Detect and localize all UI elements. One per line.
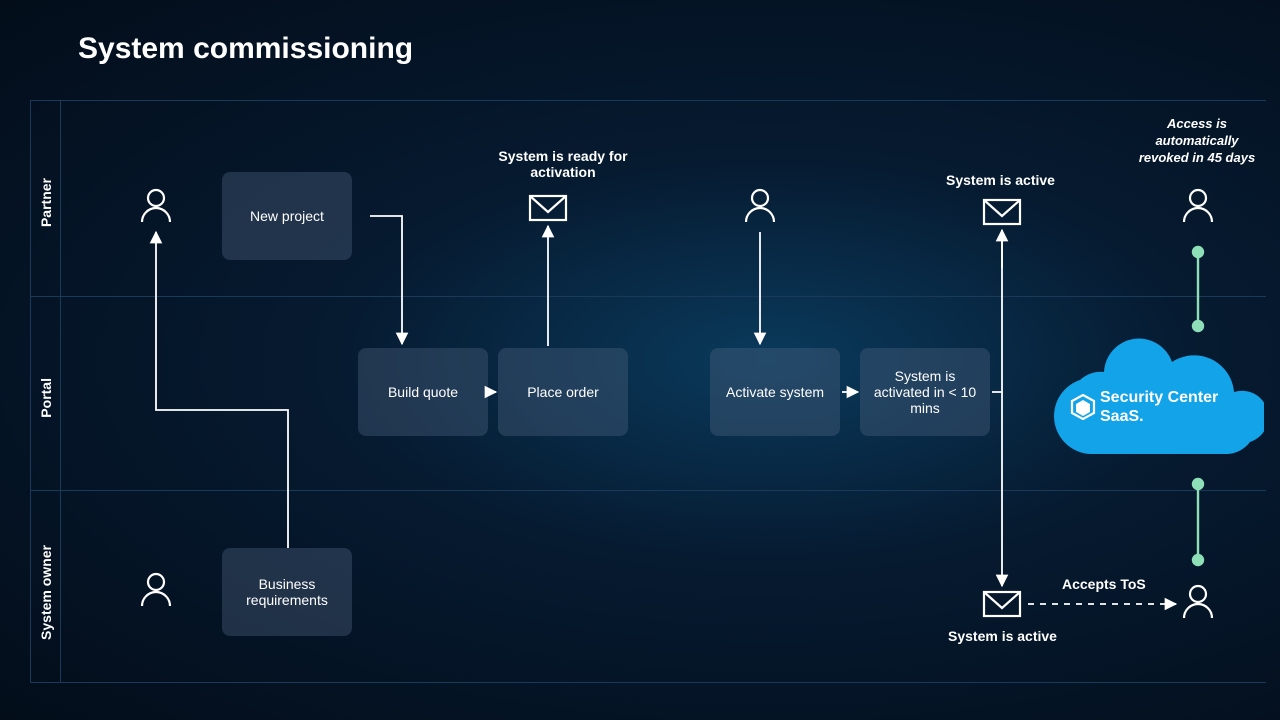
caption-system-active-owner: System is active: [948, 628, 1057, 644]
box-place-order: Place order: [498, 348, 628, 436]
lane-label-partner: Partner: [38, 178, 54, 227]
caption-system-active-partner: System is active: [946, 172, 1055, 188]
lane-label-owner: System owner: [38, 545, 54, 640]
person-icon-partner-2: [746, 190, 774, 222]
person-icon-partner-3: [1184, 190, 1212, 222]
box-new-project: New project: [222, 172, 352, 260]
page-title: System commissioning: [78, 32, 413, 66]
mail-icon-owner-active: [984, 592, 1020, 616]
cloud-saas: Security Center SaaS.: [1044, 322, 1264, 462]
lane-divider-top: [30, 100, 1266, 101]
hex-logo-icon: [1070, 394, 1096, 420]
person-icon-owner-1: [142, 574, 170, 606]
caption-ready-activation: System is ready for activation: [493, 148, 633, 180]
box-system-activated: System is activated in < 10 mins: [860, 348, 990, 436]
lane-border-left-2: [60, 100, 61, 682]
caption-accepts-tos: Accepts ToS: [1062, 576, 1146, 592]
lane-divider-2: [30, 490, 1266, 491]
lane-divider-1: [30, 296, 1266, 297]
lane-border-left: [30, 100, 31, 682]
box-activate-system: Activate system: [710, 348, 840, 436]
box-build-quote: Build quote: [358, 348, 488, 436]
mail-icon-ready: [530, 196, 566, 220]
person-icon-owner-2: [1184, 586, 1212, 618]
person-icon-partner-1: [142, 190, 170, 222]
caption-access-revoked: Access is automatically revoked in 45 da…: [1132, 116, 1262, 167]
box-business-requirements: Business requirements: [222, 548, 352, 636]
cloud-text-1: Security Center: [1100, 389, 1218, 406]
lane-divider-bottom: [30, 682, 1266, 683]
lane-label-portal: Portal: [38, 378, 54, 418]
mail-icon-partner-active: [984, 200, 1020, 224]
cloud-text-2: SaaS.: [1100, 408, 1144, 425]
